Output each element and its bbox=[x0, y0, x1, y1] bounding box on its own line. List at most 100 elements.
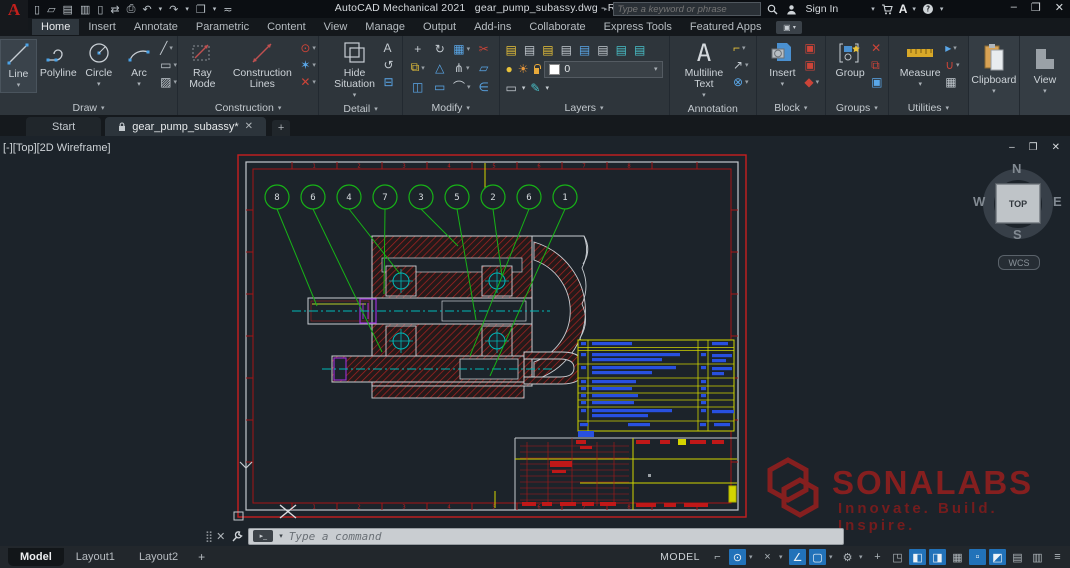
view-cube-top-face[interactable]: TOP bbox=[996, 184, 1040, 223]
title-block[interactable] bbox=[515, 438, 737, 510]
ribbon-tab-add-ins[interactable]: Add-ins bbox=[465, 19, 520, 35]
close-button[interactable]: ✕ bbox=[1055, 1, 1064, 14]
search-icon[interactable] bbox=[766, 2, 780, 16]
layout-tab-layout1[interactable]: Layout1 bbox=[64, 548, 127, 566]
cart-icon[interactable] bbox=[880, 2, 894, 16]
command-input[interactable]: ▸_ ▾ Type a command bbox=[248, 528, 844, 545]
layer-stack-icon[interactable]: ▤ bbox=[597, 43, 608, 57]
annotation-visibility-icon[interactable]: ◧ bbox=[909, 549, 926, 565]
app-menu-button[interactable]: A bbox=[0, 0, 28, 30]
polar-tracking-icon[interactable]: ∠ bbox=[789, 549, 806, 565]
drawing-sheet[interactable]: 1122334455667788 bbox=[232, 150, 754, 522]
status-caret-icon[interactable]: ▾ bbox=[779, 553, 786, 561]
dropdown-caret-icon[interactable]: ▾ bbox=[466, 64, 470, 72]
open-folder-icon[interactable]: ▱ bbox=[47, 3, 55, 16]
autodesk-caret-icon[interactable]: ▾ bbox=[912, 5, 916, 13]
crosshair-icon[interactable]: + bbox=[869, 549, 886, 565]
groups-tool-icon[interactable]: ⧉ bbox=[871, 58, 880, 73]
transfer-icon[interactable]: ⇄ bbox=[110, 3, 119, 16]
modify-tool-icon[interactable]: ✂ bbox=[479, 42, 489, 56]
new-layout-button[interactable]: + bbox=[198, 550, 205, 564]
command-caret-icon[interactable]: ▾ bbox=[279, 532, 283, 540]
ribbon-tab-view[interactable]: View bbox=[315, 19, 357, 35]
hide-situation-button[interactable]: Hide Situation▾ bbox=[328, 39, 382, 102]
construction-tool-icon[interactable]: ⊙ bbox=[300, 41, 310, 55]
command-drag-handle[interactable]: ⣿ bbox=[205, 530, 211, 543]
search-expand-icon[interactable]: ▸ bbox=[604, 5, 608, 13]
layer-unlock-icon[interactable] bbox=[534, 68, 540, 74]
ribbon-tab-home[interactable]: Home bbox=[32, 19, 79, 35]
multiline-text-button[interactable]: A Multiline Text▾ bbox=[677, 39, 731, 102]
construction-lines-button[interactable]: Construction Lines bbox=[226, 39, 298, 91]
dropdown-caret-icon[interactable]: ▾ bbox=[467, 45, 471, 53]
annotation-tool-icon[interactable]: ⊗ bbox=[733, 75, 743, 89]
utilities-tool-icon[interactable]: ▸ bbox=[945, 41, 951, 55]
dropdown-caret-icon[interactable]: ▾ bbox=[742, 44, 746, 52]
redo-caret-icon[interactable]: ▾ bbox=[185, 5, 189, 13]
insert-block-button[interactable]: Insert▾ bbox=[762, 39, 802, 91]
draw-tool-icon[interactable]: ▭ bbox=[160, 58, 171, 72]
layer-on-bulb-icon[interactable]: ● bbox=[506, 62, 513, 76]
customization-menu-icon[interactable]: ≡ bbox=[1049, 549, 1066, 565]
modify-tool-icon[interactable]: ▱ bbox=[479, 61, 488, 75]
block-tool-icon[interactable]: ▣ bbox=[804, 41, 815, 55]
annotation-tool-icon[interactable]: ⌐ bbox=[733, 41, 740, 55]
modify-tool-icon[interactable]: ▦ bbox=[453, 42, 464, 56]
quick-properties-icon[interactable]: ▥ bbox=[1029, 549, 1046, 565]
modify-tool-icon[interactable]: ∈ bbox=[478, 80, 488, 94]
line-button[interactable]: Line▾ bbox=[0, 39, 37, 93]
dropdown-caret-icon[interactable]: ▾ bbox=[816, 78, 820, 86]
clipboard-button[interactable]: Clipboard▾ bbox=[969, 39, 1019, 114]
ribbon-tab-featured-apps[interactable]: Featured Apps bbox=[681, 19, 771, 35]
measure-button[interactable]: Measure▾ bbox=[897, 39, 943, 91]
ribbon-tab-manage[interactable]: Manage bbox=[356, 19, 414, 35]
autoscale-icon[interactable]: ◨ bbox=[929, 549, 946, 565]
dropdown-caret-icon[interactable]: ▾ bbox=[169, 44, 173, 52]
modify-tool-icon[interactable]: ▭ bbox=[434, 80, 445, 94]
workspace-icon[interactable]: ▫ bbox=[969, 549, 986, 565]
dropdown-caret-icon[interactable]: ▾ bbox=[312, 61, 316, 69]
dropdown-caret-icon[interactable]: ▾ bbox=[953, 44, 957, 52]
block-tool-icon[interactable]: ▣ bbox=[804, 58, 815, 72]
ray-mode-button[interactable]: Ray Mode bbox=[180, 39, 224, 91]
modify-tool-icon[interactable]: ⧉ bbox=[411, 60, 420, 75]
units-icon[interactable]: ▤ bbox=[1009, 549, 1026, 565]
ribbon-tab-annotate[interactable]: Annotate bbox=[125, 19, 187, 35]
dropdown-caret-icon[interactable]: ▾ bbox=[173, 61, 177, 69]
viewport-controls-label[interactable]: [-][Top][2D Wireframe] bbox=[3, 142, 111, 154]
layer-match-icon[interactable]: ✎ bbox=[530, 81, 540, 95]
modify-tool-icon[interactable]: ⋔ bbox=[454, 61, 464, 75]
balloon-6[interactable]: 6 bbox=[301, 185, 382, 352]
model-space-toggle[interactable]: MODEL bbox=[660, 551, 700, 563]
arc-button[interactable]: Arc▾ bbox=[120, 39, 158, 91]
isodraft-icon[interactable]: ◳ bbox=[889, 549, 906, 565]
autodesk-app-icon[interactable]: A bbox=[899, 2, 908, 16]
ribbon-tab-collaborate[interactable]: Collaborate bbox=[520, 19, 594, 35]
qat-more-icon[interactable]: ≂ bbox=[223, 3, 232, 16]
ribbon-extra-button[interactable]: ▣ ▾ bbox=[776, 21, 802, 34]
command-close-icon[interactable]: ✕ bbox=[216, 530, 225, 543]
panel-label-construction[interactable]: Construction▾ bbox=[178, 100, 318, 115]
utilities-tool-icon[interactable]: ▦ bbox=[945, 75, 956, 89]
modify-tool-icon[interactable]: △ bbox=[435, 61, 444, 75]
parts-list-table[interactable] bbox=[578, 340, 734, 437]
annotation-monitor-icon[interactable]: ◩ bbox=[989, 549, 1006, 565]
close-tab-icon[interactable]: ✕ bbox=[245, 121, 253, 132]
dropdown-caret-icon[interactable]: ▾ bbox=[467, 83, 471, 91]
viewport-restore-icon[interactable]: ❐ bbox=[1029, 142, 1038, 153]
panel-label-groups[interactable]: Groups▾ bbox=[826, 100, 888, 115]
object-snap-icon[interactable]: ▢ bbox=[809, 549, 826, 565]
status-caret-icon[interactable]: ▾ bbox=[749, 553, 756, 561]
circle-button[interactable]: Circle▾ bbox=[80, 39, 118, 91]
command-prompt-icon[interactable]: ▸_ bbox=[253, 530, 273, 542]
group-button[interactable]: Group bbox=[831, 39, 869, 80]
minimize-button[interactable]: – bbox=[1011, 1, 1017, 14]
tab-active-document[interactable]: gear_pump_subassy* ✕ bbox=[105, 117, 266, 136]
modify-tool-icon[interactable]: ⌒ bbox=[453, 78, 465, 95]
view-button[interactable]: View▾ bbox=[1020, 39, 1070, 114]
compass-north[interactable]: N bbox=[1012, 161, 1021, 176]
mobile-icon[interactable]: ▯ bbox=[97, 3, 103, 16]
ribbon-tab-content[interactable]: Content bbox=[258, 19, 315, 35]
panel-label-modify[interactable]: Modify▾ bbox=[403, 100, 499, 115]
undo-icon[interactable]: ↶ bbox=[142, 3, 151, 16]
